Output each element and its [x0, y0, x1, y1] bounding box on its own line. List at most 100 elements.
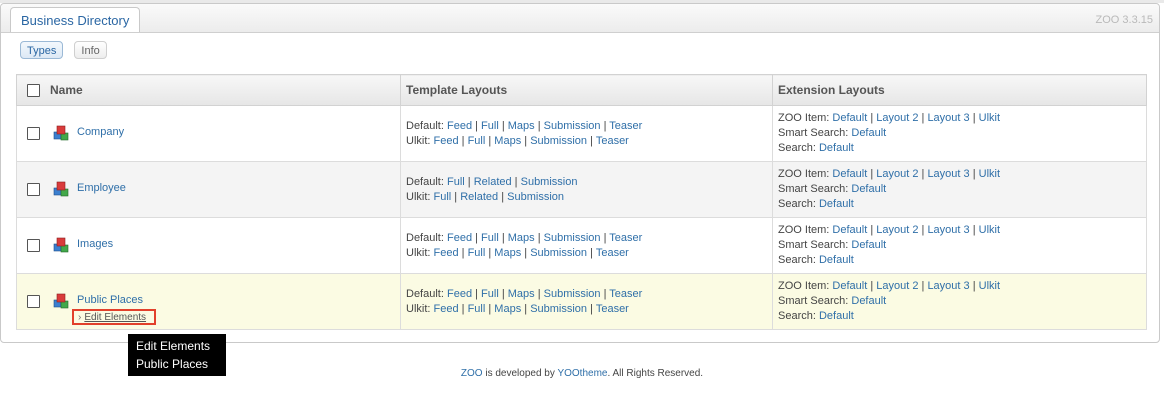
- extension-layout-link[interactable]: Default: [851, 295, 886, 307]
- type-name-link[interactable]: Company: [77, 125, 124, 140]
- template-layout-link[interactable]: Maps: [508, 232, 535, 244]
- template-layout-link[interactable]: Maps: [494, 247, 521, 259]
- extension-layout-line: ZOO Item: Default | Layout 2 | Layout 3 …: [778, 111, 1146, 126]
- template-layout-link[interactable]: Feed: [447, 288, 472, 300]
- subtab-info[interactable]: Info: [74, 41, 107, 59]
- template-layout-link[interactable]: Feed: [434, 247, 459, 259]
- footer-yootheme-link[interactable]: YOOtheme: [557, 368, 607, 379]
- edit-elements-link[interactable]: › Edit Elements: [72, 309, 157, 325]
- template-layout-link[interactable]: Submission: [530, 247, 587, 259]
- select-all-checkbox[interactable]: [27, 84, 40, 98]
- separator: |: [451, 190, 461, 203]
- extension-layout-link[interactable]: Ulkit: [979, 112, 1000, 124]
- template-layout-link[interactable]: Full: [434, 191, 452, 203]
- template-layout-link[interactable]: Teaser: [609, 120, 642, 132]
- extension-layout-link[interactable]: Default: [851, 127, 886, 139]
- footer-text-2: . All Rights Reserved.: [607, 368, 704, 379]
- extension-layout-link[interactable]: Layout 3: [927, 280, 969, 292]
- type-icon: [53, 125, 69, 141]
- template-layout-link[interactable]: Feed: [447, 120, 472, 132]
- panel-header: Business Directory ZOO 3.3.15: [1, 4, 1159, 33]
- chevron-right-icon: ›: [78, 312, 82, 323]
- extension-layout-link[interactable]: Default: [832, 224, 867, 236]
- subtab-types[interactable]: Types: [20, 41, 64, 59]
- template-layout-link[interactable]: Feed: [434, 303, 459, 315]
- template-layout-link[interactable]: Submission: [544, 288, 601, 300]
- extension-layout-link[interactable]: Default: [832, 112, 867, 124]
- extension-layout-link[interactable]: Default: [851, 183, 886, 195]
- separator: |: [600, 231, 610, 244]
- template-layouts-cell: Default: Full | Related | Submission Ulki…: [400, 161, 773, 218]
- type-name-link[interactable]: Images: [77, 237, 113, 252]
- extension-layout-link[interactable]: Layout 2: [876, 224, 918, 236]
- extension-layout-link[interactable]: Layout 2: [876, 280, 918, 292]
- row-checkbox[interactable]: [27, 183, 40, 196]
- extension-layout-link[interactable]: Default: [819, 198, 854, 210]
- template-layout-link[interactable]: Full: [468, 247, 486, 259]
- template-layout-link[interactable]: Submission: [530, 135, 587, 147]
- extension-layout-line: Search: Default: [778, 197, 1146, 212]
- type-icon: [53, 181, 69, 197]
- template-layout-link[interactable]: Full: [447, 176, 465, 188]
- template-layout-link[interactable]: Full: [481, 120, 499, 132]
- separator: |: [534, 231, 544, 244]
- extension-layout-link[interactable]: Ulkit: [979, 168, 1000, 180]
- extension-layout-label: ZOO Item:: [778, 224, 830, 236]
- tooltip-line-1: Edit Elements: [136, 339, 211, 353]
- footer-zoo-link[interactable]: ZOO: [461, 368, 483, 379]
- extension-layout-link[interactable]: Default: [819, 254, 854, 266]
- row-checkbox[interactable]: [27, 295, 40, 308]
- template-layout-link[interactable]: Submission: [530, 303, 587, 315]
- extension-layout-link[interactable]: Layout 2: [876, 112, 918, 124]
- template-layout-link[interactable]: Feed: [447, 232, 472, 244]
- template-layouts-cell: Default: Feed | Full | Maps | Submission…: [400, 217, 773, 274]
- template-layout-link[interactable]: Related: [474, 176, 512, 188]
- table-row: Company Default: Feed | Full | Maps | Sub…: [16, 105, 1147, 162]
- separator: |: [498, 231, 508, 244]
- separator: |: [458, 246, 468, 259]
- extension-layout-link[interactable]: Default: [819, 310, 854, 322]
- template-layout-link[interactable]: Maps: [508, 288, 535, 300]
- template-layout-link[interactable]: Full: [481, 288, 499, 300]
- template-layout-link[interactable]: Teaser: [609, 288, 642, 300]
- app-tab-business-directory[interactable]: Business Directory: [10, 7, 141, 32]
- separator: |: [485, 134, 495, 147]
- version-label: ZOO 3.3.15: [1095, 14, 1153, 26]
- extension-layout-link[interactable]: Default: [819, 142, 854, 154]
- template-layout-link[interactable]: Full: [481, 232, 499, 244]
- template-layout-link[interactable]: Maps: [494, 303, 521, 315]
- template-layout-label: Default:: [406, 231, 444, 244]
- extension-layout-link[interactable]: Layout 3: [927, 112, 969, 124]
- template-layout-label: Ulkit:: [406, 246, 431, 259]
- extension-layout-link[interactable]: Ulkit: [979, 280, 1000, 292]
- extension-header: Extension Layouts: [772, 74, 1147, 106]
- template-layout-link[interactable]: Teaser: [596, 303, 629, 315]
- row-checkbox[interactable]: [27, 239, 40, 252]
- template-layout-link[interactable]: Teaser: [609, 232, 642, 244]
- template-layout-link[interactable]: Submission: [521, 176, 578, 188]
- extension-layout-line: Search: Default: [778, 253, 1146, 268]
- template-layout-link[interactable]: Full: [468, 303, 486, 315]
- extension-layout-link[interactable]: Default: [832, 280, 867, 292]
- extension-layout-link[interactable]: Ulkit: [979, 224, 1000, 236]
- separator: |: [587, 134, 596, 147]
- template-layout-link[interactable]: Maps: [508, 120, 535, 132]
- template-layout-link[interactable]: Feed: [434, 135, 459, 147]
- template-layout-link[interactable]: Submission: [544, 232, 601, 244]
- template-layout-link[interactable]: Submission: [507, 191, 564, 203]
- extension-layout-link[interactable]: Layout 3: [927, 168, 969, 180]
- template-layout-link[interactable]: Teaser: [596, 135, 629, 147]
- template-layout-link[interactable]: Full: [468, 135, 486, 147]
- extension-layout-link[interactable]: Layout 3: [927, 224, 969, 236]
- template-layout-link[interactable]: Related: [460, 191, 498, 203]
- extension-layout-link[interactable]: Layout 2: [876, 168, 918, 180]
- extension-layout-line: ZOO Item: Default | Layout 2 | Layout 3 …: [778, 167, 1146, 182]
- type-name-link[interactable]: Employee: [77, 181, 126, 196]
- template-layout-link[interactable]: Teaser: [596, 247, 629, 259]
- extension-layout-link[interactable]: Default: [851, 239, 886, 251]
- type-name-link[interactable]: Public Places: [77, 293, 143, 308]
- template-layout-link[interactable]: Maps: [494, 135, 521, 147]
- row-checkbox[interactable]: [27, 127, 40, 140]
- template-layout-link[interactable]: Submission: [544, 120, 601, 132]
- extension-layout-link[interactable]: Default: [832, 168, 867, 180]
